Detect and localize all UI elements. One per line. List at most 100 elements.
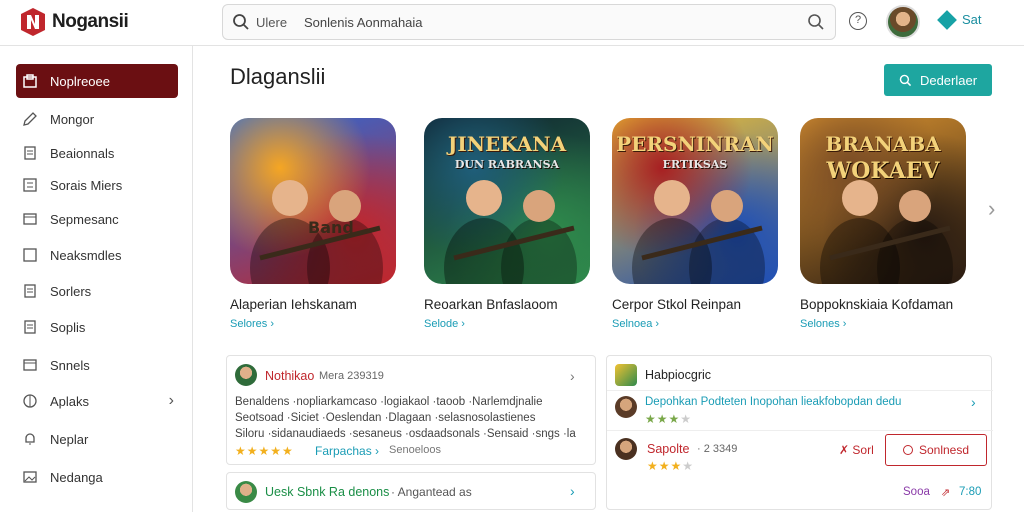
- window-icon: [22, 211, 38, 227]
- report-link[interactable]: ✗ Sorl: [839, 443, 874, 457]
- search-bar[interactable]: Ulere: [222, 4, 836, 40]
- review-line: Siloru ·sidanaudiaeds ·sesaneus ·osdaads…: [235, 428, 576, 440]
- doc-icon: [22, 319, 38, 335]
- card-link[interactable]: Selores ›: [230, 318, 274, 330]
- card-link[interactable]: Selode ›: [424, 318, 465, 330]
- avatar: [235, 481, 257, 503]
- subscribe-button[interactable]: Sonlnesd: [885, 434, 987, 466]
- game-thumbnail[interactable]: PERSNINRAN ERTIKSAS: [612, 118, 778, 284]
- sidebar-item-label: Neplar: [50, 431, 89, 447]
- game-art-title: PERSNINRAN: [616, 132, 774, 156]
- chevron-right-icon[interactable]: ›: [971, 394, 976, 410]
- page-title: Dlaganslii: [230, 64, 326, 89]
- review-link[interactable]: Farpachas ›: [315, 444, 379, 458]
- avatar: [615, 438, 637, 460]
- sidebar-item[interactable]: Neaksmdles: [16, 238, 178, 272]
- search-category[interactable]: Ulere: [256, 15, 304, 30]
- sidebar: Noplreoee Mongor Beaionnals Sorais Miers Sep…: [0, 46, 193, 512]
- square-icon: [22, 247, 38, 263]
- card-title[interactable]: Reoarkan Bnfaslaoom: [424, 297, 558, 312]
- featured-card[interactable]: Band Alaperian Iehskanam Selores ›: [230, 118, 400, 330]
- game-art-subtitle: DUN RABRANSA: [454, 158, 560, 171]
- star-rating: ★★★★★: [235, 444, 294, 458]
- search-icon: [899, 74, 912, 86]
- card-link[interactable]: Selnoea ›: [612, 318, 659, 330]
- chevron-right-icon[interactable]: ›: [169, 392, 174, 410]
- right-panel: Habpiocgric Depohkan Podteten Inopohan l…: [606, 355, 993, 510]
- mini-panel[interactable]: Uesk Sbnk Ra denons · Angantead as ›: [226, 472, 596, 510]
- brand-name: Nogansii: [52, 11, 129, 32]
- featured-card[interactable]: PERSNINRAN ERTIKSAS Cerpor Stkol Reinpan Se…: [612, 118, 782, 330]
- game-thumbnail[interactable]: BRANABA WOKAEV: [800, 118, 966, 284]
- edit-icon: [22, 111, 38, 127]
- game-thumbnail[interactable]: JINEKANA DUN RABRANSA: [424, 118, 590, 284]
- avatar: [615, 396, 637, 418]
- row-name[interactable]: Sapolte: [647, 442, 689, 456]
- row-meta: · 2 3349: [697, 443, 738, 455]
- sidebar-item-label: Snnels: [50, 357, 90, 373]
- diamond-icon: [937, 9, 957, 30]
- game-thumbnail[interactable]: Band: [230, 118, 396, 284]
- sidebar-item-label: Beaionnals: [50, 145, 115, 161]
- card-title[interactable]: Cerpor Stkol Reinpan: [612, 297, 741, 312]
- chevron-right-icon[interactable]: ›: [570, 483, 575, 499]
- discover-label: Dederlaer: [919, 72, 978, 88]
- carousel-next-icon[interactable]: ›: [988, 196, 995, 222]
- avatar: [235, 364, 257, 386]
- sidebar-item[interactable]: Sorais Miers: [16, 168, 178, 202]
- sidebar-item[interactable]: Mongor: [16, 102, 178, 136]
- image-icon: [22, 469, 38, 485]
- doc-icon: [22, 283, 38, 299]
- review-sublink[interactable]: Senoeloos: [389, 444, 441, 456]
- footer-tag[interactable]: Sooa: [903, 486, 930, 498]
- featured-card[interactable]: JINEKANA DUN RABRANSA Reoarkan Bnfaslaoom S…: [424, 118, 594, 330]
- sidebar-item[interactable]: Soplis: [16, 310, 178, 344]
- review-author[interactable]: Nothikao: [265, 369, 314, 383]
- sidebar-item[interactable]: Beaionnals: [16, 136, 178, 170]
- help-icon[interactable]: ?: [849, 12, 867, 30]
- sidebar-item[interactable]: Nedanga: [16, 460, 178, 494]
- list-icon: [22, 177, 38, 193]
- sidebar-item[interactable]: Sepmesanc: [16, 202, 178, 236]
- card-link[interactable]: Selones ›: [800, 318, 846, 330]
- globe-icon: [22, 393, 38, 409]
- pin-icon: ⇗: [941, 487, 951, 499]
- sidebar-item-label: Aplaks: [50, 393, 90, 409]
- mini-text: Uesk Sbnk Ra denons: [265, 485, 390, 499]
- game-art-subtitle: ERTIKSAS: [662, 158, 728, 171]
- sidebar-item-label: Noplreoee: [50, 73, 110, 89]
- review-line: Seotsoad ·Siciet ·Oeslendan ·Dlagaan ·se…: [235, 412, 536, 424]
- sidebar-item-label: Sorais Miers: [50, 177, 123, 193]
- avatar[interactable]: [886, 5, 920, 39]
- account-label: Sat: [962, 12, 982, 27]
- sidebar-item-label: Soplis: [50, 319, 86, 335]
- search-submit-icon[interactable]: [807, 13, 825, 31]
- card-title[interactable]: Alaperian Iehskanam: [230, 297, 357, 312]
- game-icon: [615, 364, 637, 386]
- review-line: Benaldens ·nopliarkamcaso ·logiakaol ·ta…: [235, 396, 543, 408]
- bell-icon: [22, 431, 38, 447]
- search-icon: [233, 14, 249, 30]
- doc-icon: [22, 145, 38, 161]
- review-panel: Nothikao Mera 239319 › Benaldens ·noplia…: [226, 355, 596, 465]
- right-panel-title: Habpiocgric: [645, 368, 712, 382]
- sidebar-item[interactable]: Neplar: [16, 422, 178, 456]
- sidebar-item[interactable]: Sorlers: [16, 274, 178, 308]
- search-input[interactable]: [304, 14, 784, 30]
- sidebar-item-label: Sorlers: [50, 283, 92, 299]
- sidebar-item-label: Nedanga: [50, 469, 103, 485]
- account-menu[interactable]: Sat: [937, 9, 982, 30]
- sidebar-item[interactable]: Snnels: [16, 348, 178, 382]
- review-meta: Mera 239319: [319, 370, 384, 382]
- row-text[interactable]: Depohkan Podteten Inopohan lieakfobopdan…: [645, 396, 901, 408]
- circle-icon: [902, 445, 913, 455]
- star-rating: ★★★★: [647, 459, 695, 473]
- sidebar-item[interactable]: Noplreoee: [16, 64, 178, 98]
- featured-card[interactable]: BRANABA WOKAEV Boppoknskiaia Kofdaman Selon…: [800, 118, 970, 330]
- discover-button[interactable]: Dederlaer: [884, 64, 992, 96]
- card-title[interactable]: Boppoknskiaia Kofdaman: [800, 297, 953, 312]
- sidebar-item[interactable]: Aplaks ›: [16, 384, 178, 418]
- star-rating: ★★★★: [645, 412, 693, 426]
- app-logo[interactable]: Nogansii: [20, 7, 129, 37]
- chevron-right-icon[interactable]: ›: [570, 368, 575, 384]
